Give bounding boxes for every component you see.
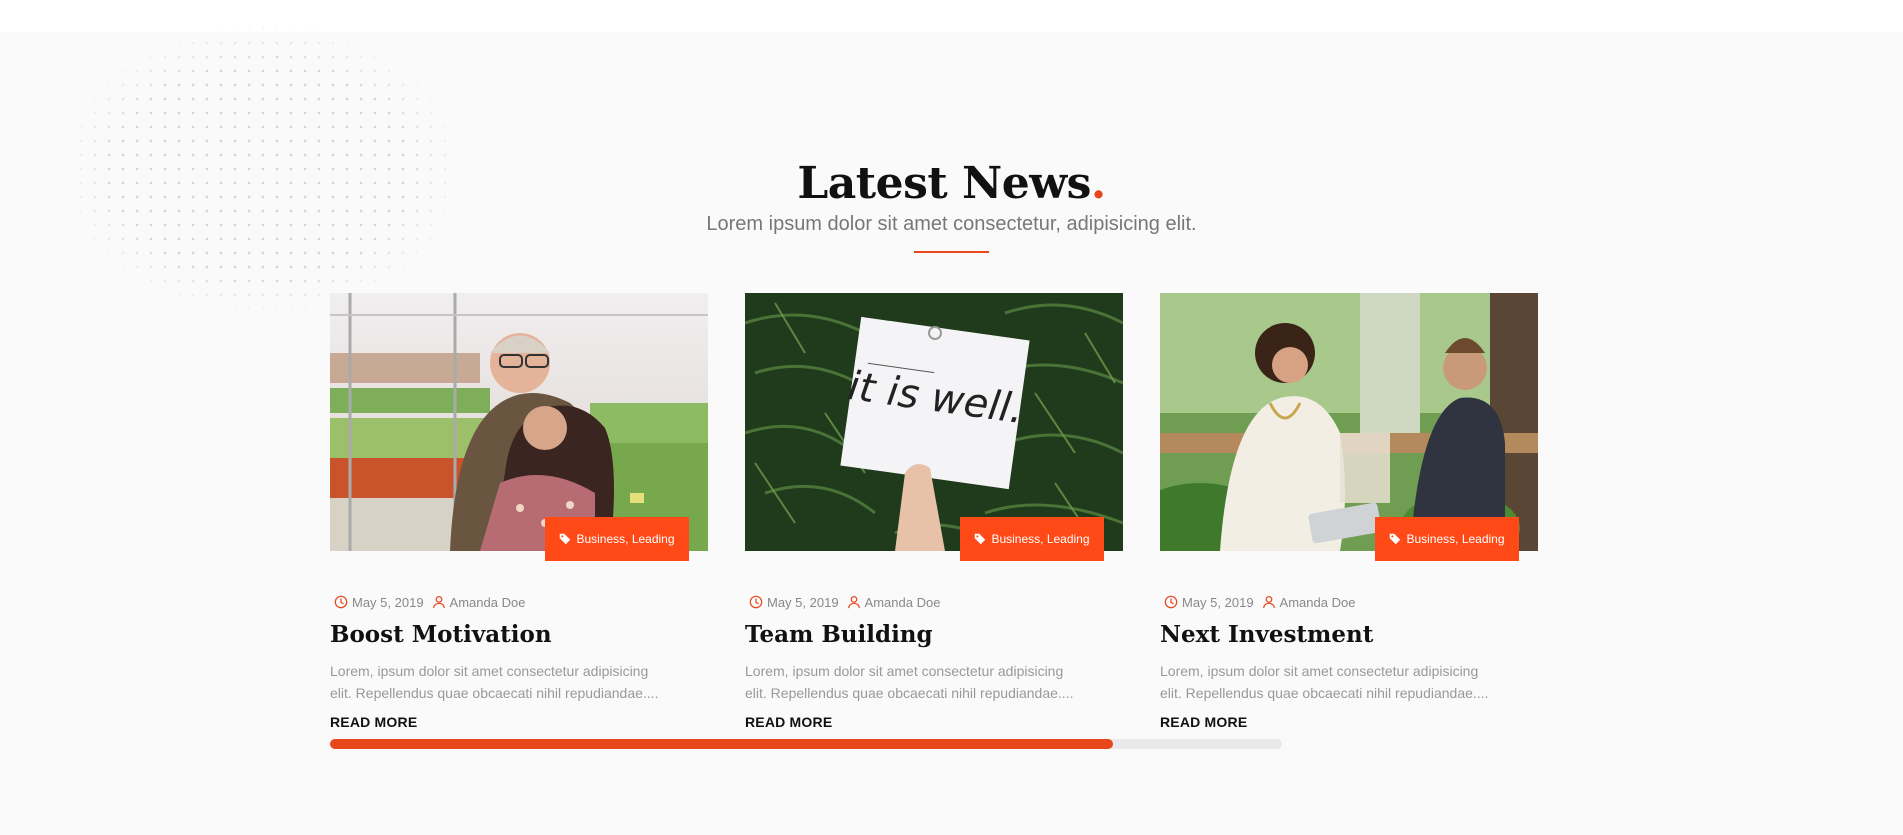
carousel-scrollbar-thumb[interactable] — [330, 739, 1114, 749]
section-title: Latest News. — [797, 158, 1106, 209]
section-subtitle: Lorem ipsum dolor sit amet consectetur, … — [706, 213, 1197, 235]
tag-icon — [975, 533, 986, 545]
post-excerpt: Lorem, ipsum dolor sit amet consectetur … — [745, 663, 1074, 701]
title-accent-dot: . — [1090, 158, 1106, 209]
post-title[interactable]: Next Investment — [1160, 621, 1538, 648]
read-more-link[interactable]: READ MORE — [745, 714, 832, 730]
post-meta: May 5, 2019 Amanda Doe — [1160, 593, 1538, 611]
carousel-scrollbar[interactable] — [330, 739, 1282, 749]
news-image-greenhouse-couple[interactable] — [330, 293, 708, 551]
post-date: May 5, 2019 — [1164, 595, 1254, 610]
post-author[interactable]: Amanda Doe — [847, 595, 940, 610]
post-excerpt: Lorem, ipsum dolor sit amet consectetur … — [1160, 663, 1489, 701]
post-meta: May 5, 2019 Amanda Doe — [745, 593, 1123, 611]
post-title[interactable]: Team Building — [745, 621, 1123, 648]
category-tag[interactable]: Business, Leading — [960, 517, 1104, 561]
news-image-outdoor-meeting[interactable] — [1160, 293, 1538, 551]
post-author[interactable]: Amanda Doe — [1262, 595, 1355, 610]
post-meta: May 5, 2019 Amanda Doe — [330, 593, 708, 611]
tag-icon — [560, 533, 571, 545]
tag-icon — [1390, 533, 1401, 545]
category-tag-label: Business, Leading — [1406, 532, 1505, 546]
news-card: it is well. Business, Leading May 5, 201… — [745, 293, 1123, 732]
read-more-link[interactable]: READ MORE — [1160, 714, 1247, 730]
user-icon — [847, 595, 860, 609]
category-tag[interactable]: Business, Leading — [545, 517, 689, 561]
category-tag-label: Business, Leading — [991, 532, 1090, 546]
read-more-link[interactable]: READ MORE — [330, 714, 417, 730]
clock-icon — [334, 595, 348, 609]
category-tag-label: Business, Leading — [576, 532, 675, 546]
post-date: May 5, 2019 — [749, 595, 839, 610]
clock-icon — [749, 595, 763, 609]
post-author[interactable]: Amanda Doe — [432, 595, 525, 610]
post-date: May 5, 2019 — [334, 595, 424, 610]
category-tag[interactable]: Business, Leading — [1375, 517, 1519, 561]
clock-icon — [1164, 595, 1178, 609]
news-card: Business, Leading May 5, 2019 Amanda Doe… — [330, 293, 708, 732]
post-excerpt: Lorem, ipsum dolor sit amet consectetur … — [330, 663, 659, 701]
news-card: Business, Leading May 5, 2019 Amanda Doe… — [1160, 293, 1538, 732]
user-icon — [432, 595, 445, 609]
user-icon — [1262, 595, 1275, 609]
news-image-it-is-well-sign[interactable]: it is well. — [745, 293, 1123, 551]
post-title[interactable]: Boost Motivation — [330, 621, 708, 648]
title-underline — [914, 251, 989, 253]
